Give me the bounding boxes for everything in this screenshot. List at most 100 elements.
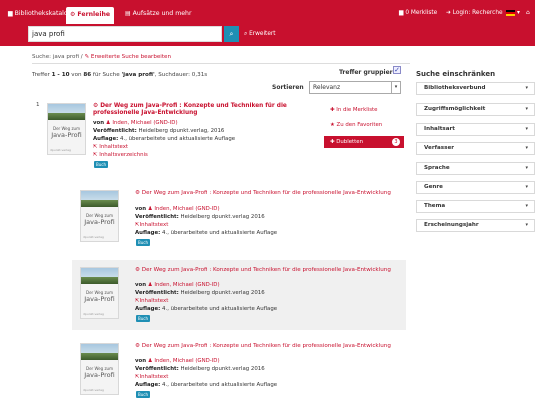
result-title-link[interactable]: ⚙ Der Weg zum Java-Profi : Konzepte und … [135, 267, 400, 274]
add-to-favorites-link[interactable]: ★ Zu den Favoriten [330, 122, 382, 128]
result-author: von ♟ Inden, Michael (GND-ID) [135, 206, 220, 212]
facet-genre[interactable]: Genre ▾ [416, 181, 535, 194]
search-icon: ⌕ [229, 30, 234, 38]
facet-thema[interactable]: Thema ▾ [416, 200, 535, 213]
facet-verfasser[interactable]: Verfasser ▾ [416, 142, 535, 155]
author-link[interactable]: Inden, Michael [112, 120, 151, 126]
edit-icon: ✎ [84, 54, 90, 60]
result-author: von ♟ Inden, Michael (GND-ID) [93, 120, 178, 126]
search-button[interactable]: ⌕ [224, 26, 239, 42]
toc-link[interactable]: ⇱ Inhaltstext [93, 144, 128, 150]
tab-label: Fernleihe [77, 11, 111, 18]
result-title-link[interactable]: ⚙ Der Weg zum Java-Profi : Konzepte und … [135, 190, 400, 197]
home-icon[interactable]: ⌂ [526, 8, 530, 18]
facet-bibliotheksverbund[interactable]: Bibliotheksverbund ▾ [416, 82, 535, 95]
sort-select[interactable]: Relevanz ▾ [309, 81, 401, 94]
gear-icon: ⚙ [135, 190, 141, 196]
facet-erscheinungsjahr[interactable]: Erscheinungsjahr ▾ [416, 219, 535, 232]
facet-inhaltsart[interactable]: Inhaltsart ▾ [416, 123, 535, 136]
author-link[interactable]: Inden, Michael [154, 282, 193, 288]
search-bar: java profi ⌕ ⌕ Erweitert [0, 24, 535, 46]
results-count: Treffer 1 - 10 von 86 für Suche 'java pr… [32, 72, 208, 78]
cover-publisher: dpunkt.verlag [50, 148, 71, 152]
book-cover-image[interactable]: Der Weg zum Java-Profi dpunkt.verlag [80, 190, 119, 242]
tab-fernleihe[interactable]: ⚙ Fernleihe [66, 7, 115, 24]
author-link[interactable]: Inden, Michael [154, 206, 193, 212]
facet-zugriffsmoeglichkeit[interactable]: Zugriffsmöglichkeit ▾ [416, 103, 535, 116]
chevron-down-icon: ▾ [525, 126, 528, 132]
login-link[interactable]: ➜ Login: Recherche [446, 8, 503, 18]
chevron-down-icon: ▾ [391, 82, 400, 93]
gear-icon: ⚙ [135, 267, 141, 273]
tab-bibliothekskatalog[interactable]: ▆ Bibliothekskatalog [4, 8, 76, 20]
gear-icon: ⚙ [70, 11, 76, 18]
sort-label: Sortieren [272, 84, 304, 91]
gnd-link[interactable]: (GND-ID) [195, 206, 219, 212]
format-badge: Buch [136, 239, 150, 246]
result-published: Veröffentlicht: Heidelberg dpunkt.verlag… [93, 128, 225, 134]
format-badge: Buch [94, 161, 108, 168]
facet-sprache[interactable]: Sprache ▾ [416, 162, 535, 175]
book-cover-image[interactable]: Der Weg zum Java-Profi dpunkt.verlag [80, 343, 119, 395]
toc-link[interactable]: ⇱Inhaltstext [135, 298, 168, 304]
dubletten-button[interactable]: ✚ Dubletten 3 [324, 136, 404, 148]
chevron-down-icon: ▾ [525, 145, 528, 151]
advanced-search-label: Erweitert [249, 31, 276, 37]
result-title-link[interactable]: ⚙ Der Weg zum Java-Profi : Konzepte und … [135, 343, 400, 350]
gnd-link[interactable]: (GND-ID) [195, 282, 219, 288]
breadcrumb: Suche: java profi / ✎ Erweiterte Suche b… [32, 54, 171, 60]
toc-link[interactable]: ⇱Inhaltstext [135, 374, 168, 380]
person-icon: ♟ [147, 358, 153, 364]
tab-aufsaetze[interactable]: ▤ Aufsätze und mehr [121, 8, 196, 20]
tab-label: Bibliothekskatalog [14, 10, 72, 17]
book-cover-image[interactable]: Der Weg zum Java-Profi dpunkt.verlag [80, 267, 119, 319]
group-results-checkbox[interactable]: ✓ [393, 66, 401, 74]
result-author: von ♟ Inden, Michael (GND-ID) [135, 358, 220, 364]
author-link[interactable]: Inden, Michael [154, 358, 193, 364]
chevron-down-icon: ▾ [525, 85, 528, 91]
gnd-link[interactable]: (GND-ID) [195, 358, 219, 364]
tab-label: Aufsätze und mehr [132, 10, 192, 17]
result-edition: Auflage: 4., überarbeitete und aktualisi… [135, 382, 278, 388]
person-icon: ♟ [147, 282, 153, 288]
result-author: von ♟ Inden, Michael (GND-ID) [135, 282, 220, 288]
person-icon: ♟ [105, 120, 111, 126]
result-published: Veröffentlicht: Heidelberg dpunkt.verlag… [135, 366, 265, 372]
person-icon: ♟ [147, 206, 153, 212]
login-icon: ➜ [446, 10, 453, 16]
result-published: Veröffentlicht: Heidelberg dpunkt.verlag… [135, 214, 265, 220]
language-dropdown-arrow-icon[interactable]: ▾ [517, 8, 520, 18]
cover-line2: Java-Profi [51, 131, 82, 139]
gnd-link[interactable]: (GND-ID) [153, 120, 177, 126]
group-results-label: Treffer gruppieren [339, 69, 401, 76]
format-badge: Buch [136, 315, 150, 322]
gear-icon: ⚙ [135, 343, 141, 349]
facets-title: Suche einschränken [416, 70, 496, 78]
chevron-down-icon: ▾ [525, 184, 528, 190]
result-title: Der Weg zum Java-Profi : Konzepte und Te… [93, 103, 287, 117]
sort-value: Relevanz [313, 84, 341, 91]
advanced-search-button[interactable]: ⌕ Erweitert [244, 29, 276, 39]
merkliste-label: 0 Merkliste [405, 10, 438, 16]
result-edition: Auflage: 4., überarbeitete und aktualisi… [135, 230, 278, 236]
result-published: Veröffentlicht: Heidelberg dpunkt.verlag… [135, 290, 265, 296]
chevron-down-icon: ▾ [525, 106, 528, 112]
result-number: 1 [36, 102, 40, 108]
chevron-down-icon: ▾ [525, 222, 528, 228]
article-icon: ▤ [125, 10, 131, 17]
index-link[interactable]: ⇱ Inhaltsverzeichnis [93, 152, 148, 158]
library-icon: ▆ [8, 10, 13, 17]
edit-advanced-search-link[interactable]: Erweiterte Suche bearbeiten [91, 54, 171, 60]
result-edition: Auflage: 4., überarbeitete und aktualisi… [135, 306, 278, 312]
toc-link[interactable]: ⇱Inhaltstext [135, 222, 168, 228]
search-input[interactable]: java profi [28, 26, 222, 42]
merkliste-link[interactable]: ▆ 0 Merkliste [399, 8, 437, 18]
book-cover-image[interactable]: Der Weg zum Java-Profi dpunkt.verlag [47, 103, 86, 155]
result-title-link[interactable]: ⚙ Der Weg zum Java-Profi : Konzepte und … [93, 103, 313, 117]
add-to-merkliste-link[interactable]: ✚ In die Merkliste [330, 107, 377, 113]
result-edition: Auflage: 4., überarbeitete und aktualisi… [93, 136, 236, 142]
german-flag-icon[interactable] [506, 10, 515, 16]
breadcrumb-text: Suche: java profi / [32, 54, 85, 60]
divider [32, 63, 410, 64]
chevron-down-icon: ▾ [525, 203, 528, 209]
